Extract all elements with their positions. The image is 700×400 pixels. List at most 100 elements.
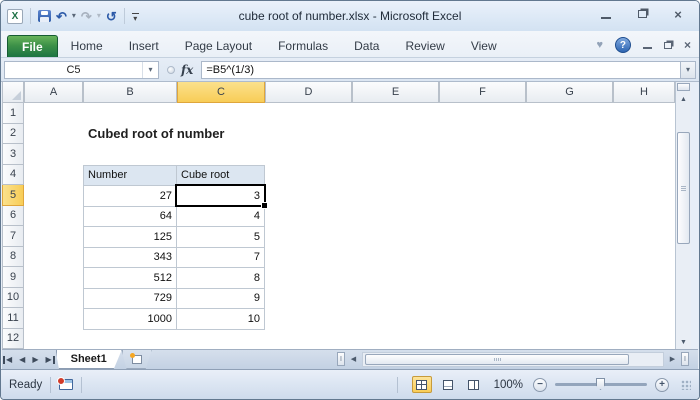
resize-grip[interactable] [681,379,691,390]
vertical-split-handle[interactable] [677,83,690,91]
vertical-scroll-thumb[interactable] [677,132,690,244]
insert-worksheet-tab[interactable] [121,350,152,369]
row-header-11[interactable]: 11 [2,308,24,329]
column-header-a[interactable]: A [24,82,83,103]
cell-c9[interactable]: 8 [177,268,265,289]
zoom-slider-thumb[interactable] [596,378,605,390]
worksheet-grid[interactable]: Cubed root of number Number Cube root 27… [24,103,675,349]
zoom-slider-track[interactable] [555,378,647,390]
save-icon[interactable] [38,10,51,22]
table-header-cube-root[interactable]: Cube root [177,165,265,186]
row-header-12[interactable]: 12 [2,328,24,349]
table-header-row: Number Cube root [84,165,265,186]
redo-dropdown-icon: ▾ [96,11,101,20]
horizontal-scroll-track[interactable] [362,351,664,367]
name-box[interactable]: C5 ▾ [4,60,159,79]
cell-c8[interactable]: 7 [177,247,265,268]
cell-c7[interactable]: 5 [177,227,265,248]
row-header-5-selected[interactable]: 5 [2,185,24,206]
expand-formula-bar-icon[interactable]: ▾ [680,60,696,79]
normal-view-icon [416,379,428,390]
select-all-button[interactable] [2,82,24,103]
row-header-10[interactable]: 10 [2,287,24,308]
help-button[interactable]: ? [614,37,631,53]
last-sheet-icon[interactable]: ▶ [45,355,55,364]
tab-home[interactable]: Home [58,35,116,57]
scroll-down-button[interactable]: ▼ [676,335,691,349]
row-header-9[interactable]: 9 [2,267,24,288]
quick-access-toolbar: X ↶ ▾ ↷ ▾ ↺ ▾ [7,8,139,24]
zoom-out-button[interactable]: − [533,377,547,392]
workbook-close-icon[interactable]: × [684,39,691,51]
workbook-restore-icon[interactable] [663,41,672,49]
tab-view[interactable]: View [458,35,510,57]
close-button[interactable]: × [671,8,685,21]
normal-view-button[interactable] [411,376,432,393]
column-header-e[interactable]: E [352,82,439,103]
minimize-button[interactable] [599,8,613,20]
cell-b5[interactable]: 27 [84,186,177,207]
row-header-2[interactable]: 2 [2,123,24,144]
tab-formulas[interactable]: Formulas [265,35,341,57]
name-box-dropdown-icon[interactable]: ▾ [142,61,158,78]
cell-b7[interactable]: 125 [84,227,177,248]
insert-function-icon[interactable]: fx [181,63,193,77]
tab-split-handle[interactable]: I [337,352,345,366]
horizontal-scroll-thumb[interactable] [365,353,629,365]
cell-b11[interactable]: 1000 [84,309,177,330]
undo-dropdown-icon[interactable]: ▾ [72,12,76,20]
sheet-tab-sheet1[interactable]: Sheet1 [55,350,122,369]
column-header-g[interactable]: G [526,82,613,103]
repeat-icon[interactable]: ↺ [106,10,117,23]
worksheet-title-cell[interactable]: Cubed root of number [88,126,225,141]
first-sheet-icon[interactable]: ◀ [2,355,12,364]
cell-b8[interactable]: 343 [84,247,177,268]
column-header-b[interactable]: B [83,82,177,103]
macro-record-icon[interactable] [57,377,74,390]
horizontal-scrollbar: I ◀ ▶ I [337,350,689,368]
column-header-h[interactable]: H [613,82,675,103]
tab-page-layout[interactable]: Page Layout [172,35,265,57]
excel-app-icon[interactable]: X [7,8,23,24]
tab-insert[interactable]: Insert [116,35,172,57]
cell-b9[interactable]: 512 [84,268,177,289]
previous-sheet-icon[interactable]: ◀ [19,355,25,364]
restore-button[interactable] [635,8,649,20]
row-header-6[interactable]: 6 [2,205,24,226]
expand-ribbon-icon[interactable]: ♥ [596,39,603,51]
row-header-1[interactable]: 1 [2,103,24,124]
scroll-up-button[interactable]: ▲ [676,92,691,106]
row-header-3[interactable]: 3 [2,144,24,165]
column-header-f[interactable]: F [439,82,526,103]
undo-icon[interactable]: ↶ [56,10,67,23]
tab-data[interactable]: Data [341,35,392,57]
zoom-in-button[interactable]: + [655,377,669,392]
zoom-level[interactable]: 100% [494,379,523,391]
row-header-7[interactable]: 7 [2,226,24,247]
scroll-right-button[interactable]: ▶ [666,352,679,366]
next-sheet-icon[interactable]: ▶ [32,355,38,364]
horizontal-split-handle[interactable]: I [681,352,689,366]
page-break-view-button[interactable] [464,376,484,393]
scroll-left-button[interactable]: ◀ [347,352,360,366]
tab-review[interactable]: Review [392,35,457,57]
page-layout-view-button[interactable] [438,376,458,393]
column-header-d[interactable]: D [265,82,352,103]
formula-input[interactable]: =B5^(1/3) [201,60,680,79]
cell-c6[interactable]: 4 [177,206,265,227]
active-cell-selection-border[interactable] [175,184,268,209]
row-header-4[interactable]: 4 [2,164,24,185]
cell-b10[interactable]: 729 [84,288,177,309]
vertical-scroll-track[interactable] [676,106,691,335]
table-header-number[interactable]: Number [84,165,177,186]
tab-file[interactable]: File [7,35,58,57]
column-header-c-selected[interactable]: C [177,82,265,103]
cell-b6[interactable]: 64 [84,206,177,227]
sheet-navigation: ◀ ◀ ▶ ▶ [2,350,56,369]
customize-quick-access-icon[interactable]: ▾ [132,11,139,22]
cell-c10[interactable]: 9 [177,288,265,309]
workbook-minimize-icon[interactable] [642,41,652,49]
cell-c11[interactable]: 10 [177,309,265,330]
divider [123,8,125,24]
row-header-8[interactable]: 8 [2,246,24,267]
